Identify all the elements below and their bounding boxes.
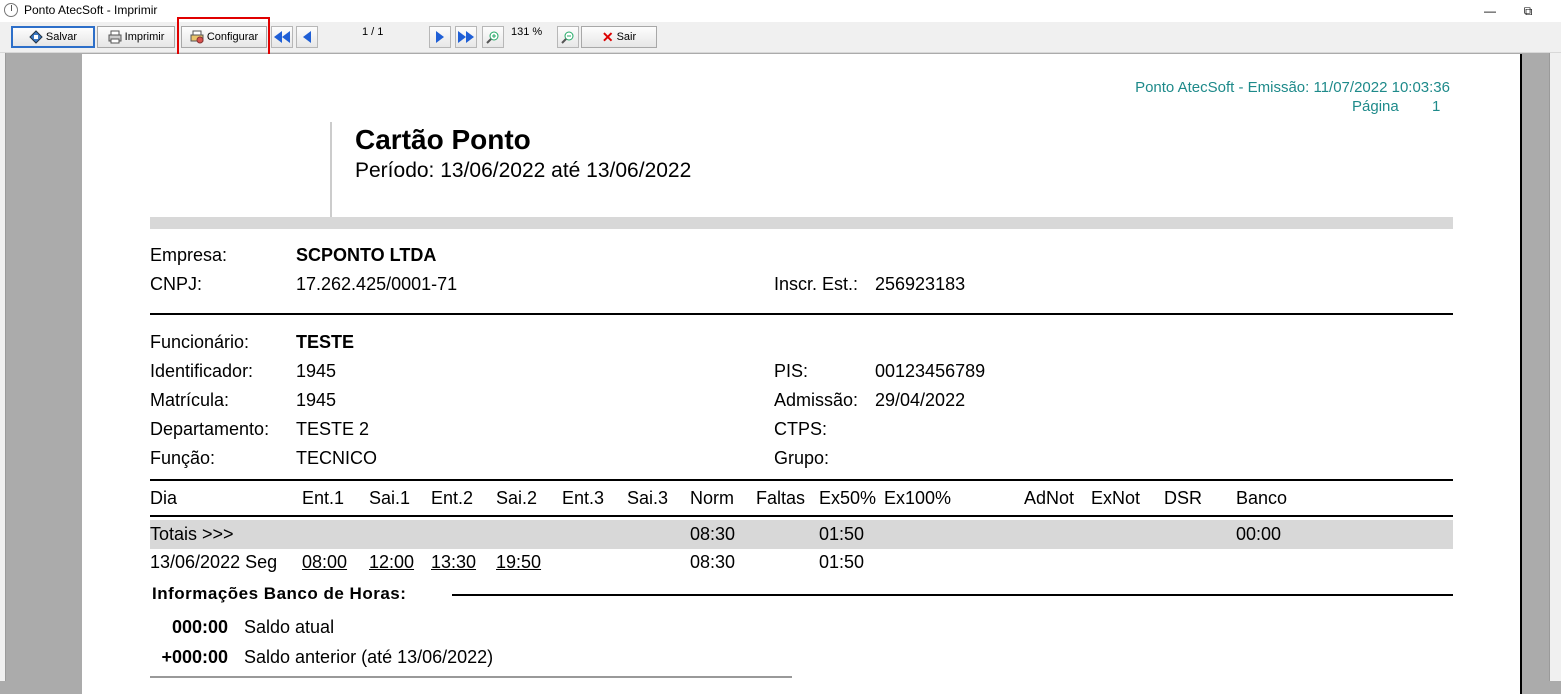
page-indicator: 1 / 1 — [362, 26, 384, 38]
totals-norm: 08:30 — [690, 524, 736, 544]
clock-icon — [4, 3, 18, 17]
row-sai1[interactable]: 12:00 — [369, 552, 414, 573]
divider — [150, 676, 792, 678]
next-page-button[interactable] — [429, 26, 451, 48]
col-header-norm: Norm — [690, 488, 734, 508]
exit-label: Sair — [616, 31, 637, 43]
print-label: Imprimir — [124, 31, 165, 43]
previous-page-button[interactable] — [296, 26, 318, 48]
pis-value: 00123456789 — [875, 361, 986, 381]
totals-label: Totais >>> — [150, 524, 234, 544]
banco-horas-title: Informações Banco de Horas: — [152, 584, 407, 603]
left-panel — [0, 53, 6, 681]
next-page-icon — [436, 31, 444, 43]
window-title: Ponto AtecSoft - Imprimir — [24, 3, 158, 17]
totals-ex50: 01:50 — [819, 524, 865, 544]
col-header-exnot: ExNot — [1091, 488, 1141, 508]
header-band — [150, 217, 1453, 229]
previous-page-icon — [303, 31, 311, 43]
col-header-ent1: Ent.1 — [302, 488, 345, 508]
admissao-label: Admissão: — [774, 390, 859, 410]
restore-button[interactable]: ⧉ — [1506, 0, 1550, 22]
zoom-level: 131 % — [511, 26, 543, 38]
saldo-atual-value: 000:00 — [171, 617, 228, 637]
print-button[interactable]: Imprimir — [97, 26, 175, 48]
col-header-sai3: Sai.3 — [627, 488, 669, 508]
divider — [150, 479, 1453, 481]
configure-highlight-box — [177, 17, 270, 59]
totals-banco: 00:00 — [1236, 524, 1282, 544]
zoom-in-button[interactable] — [482, 26, 504, 48]
funcionario-label: Funcionário: — [150, 332, 250, 352]
identificador-value: 1945 — [296, 361, 337, 381]
cnpj-value: 17.262.425/0001-71 — [296, 274, 458, 294]
matricula-label: Matrícula: — [150, 390, 230, 410]
col-header-sai1: Sai.1 — [369, 488, 411, 508]
vertical-scrollbar[interactable] — [1549, 53, 1561, 681]
save-button[interactable]: Salvar — [11, 26, 95, 48]
first-page-button[interactable] — [271, 26, 293, 48]
report-title: Cartão Ponto — [355, 124, 531, 155]
col-header-ent3: Ent.3 — [562, 488, 605, 508]
ctps-label: CTPS: — [774, 419, 828, 439]
col-header-adnot: AdNot — [1024, 488, 1075, 508]
departamento-value: TESTE 2 — [296, 419, 370, 439]
row-norm: 08:30 — [690, 552, 736, 572]
cnpj-label: CNPJ: — [150, 274, 203, 294]
save-icon — [29, 30, 43, 44]
divider — [150, 515, 1453, 517]
divider — [452, 594, 1453, 596]
report-page-label: Página — [1352, 98, 1399, 115]
col-header-ent2: Ent.2 — [431, 488, 474, 508]
saldo-anterior-value: +000:00 — [161, 647, 228, 667]
first-page-icon — [274, 31, 290, 43]
admissao-value: 29/04/2022 — [875, 390, 966, 410]
report-page-number: 1 — [1432, 98, 1441, 115]
funcionario-value: TESTE — [296, 332, 355, 352]
row-ent2[interactable]: 13:30 — [431, 552, 476, 573]
matricula-value: 1945 — [296, 390, 337, 410]
funcao-label: Função: — [150, 448, 216, 468]
col-header-dia: Dia — [150, 488, 178, 508]
col-header-ex100: Ex100% — [884, 488, 952, 508]
exit-button[interactable]: ✕ Sair — [581, 26, 657, 48]
title-divider — [330, 122, 332, 217]
col-header-dsr: DSR — [1164, 488, 1203, 508]
save-label: Salvar — [45, 31, 78, 43]
report-period: Período: 13/06/2022 até 13/06/2022 — [355, 159, 692, 182]
inscr-value: 256923183 — [875, 274, 966, 294]
report-header-emission: Ponto AtecSoft - Emissão: 11/07/2022 10:… — [1135, 79, 1450, 96]
saldo-atual-label: Saldo atual — [244, 617, 335, 637]
col-header-banco: Banco — [1236, 488, 1288, 508]
last-page-button[interactable] — [455, 26, 477, 48]
pis-label: PIS: — [774, 361, 809, 381]
col-header-ex50: Ex50% — [819, 488, 877, 508]
funcao-value: TECNICO — [296, 448, 377, 468]
col-header-sai2: Sai.2 — [496, 488, 538, 508]
col-header-faltas: Faltas — [756, 488, 806, 508]
divider — [150, 313, 1453, 315]
report-page: Ponto AtecSoft - Emissão: 11/07/2022 10:… — [82, 54, 1522, 694]
row-dia: 13/06/2022 Seg — [150, 552, 278, 572]
empresa-value: SCPONTO LTDA — [296, 245, 437, 265]
printer-icon — [108, 30, 122, 44]
zoom-out-icon — [561, 31, 574, 44]
grupo-label: Grupo: — [774, 448, 830, 468]
identificador-label: Identificador: — [150, 361, 254, 381]
zoom-out-button[interactable] — [557, 26, 579, 48]
saldo-anterior-label: Saldo anterior (até 13/06/2022) — [244, 647, 494, 667]
last-page-icon — [458, 31, 474, 43]
zoom-in-icon — [486, 31, 499, 44]
inscr-label: Inscr. Est.: — [774, 274, 859, 294]
row-ex50: 01:50 — [819, 552, 865, 572]
close-icon: ✕ — [601, 28, 614, 45]
row-ent1[interactable]: 08:00 — [302, 552, 347, 573]
row-sai2[interactable]: 19:50 — [496, 552, 541, 573]
empresa-label: Empresa: — [150, 245, 228, 265]
departamento-label: Departamento: — [150, 419, 270, 439]
